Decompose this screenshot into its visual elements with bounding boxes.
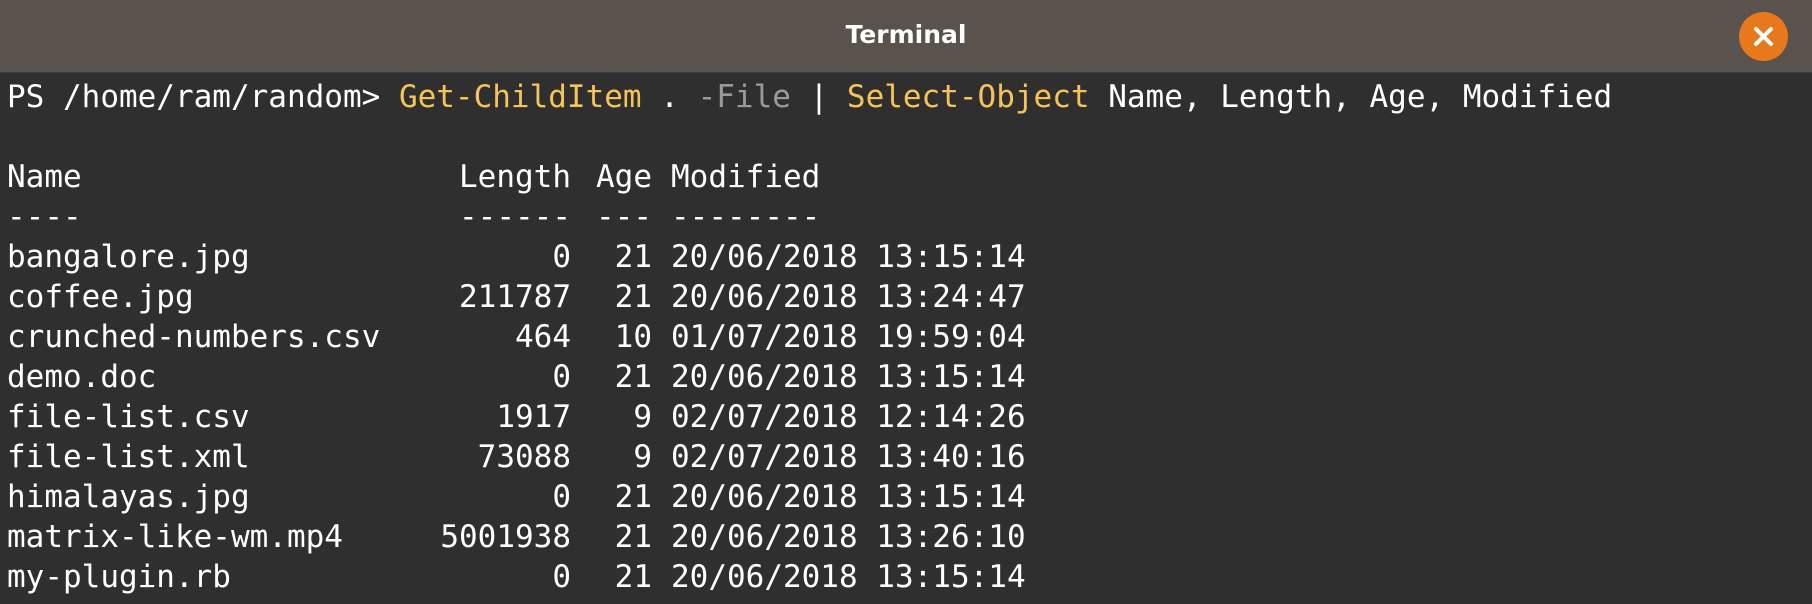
cell-name: bangalore.jpg	[7, 239, 250, 275]
cell-length: 0	[552, 359, 571, 395]
cell-modified: 20/06/2018 13:15:14	[671, 359, 1026, 395]
table-row: matrix-like-wm.mp4 5001938 21 20/06/2018 13…	[7, 517, 1812, 557]
prompt-text: PS /home/ram/random>	[7, 79, 399, 115]
cell-name: coffee.jpg	[7, 279, 194, 315]
table-row: bangalore.jpg 0 21 20/06/2018 13:15:14	[7, 237, 1812, 277]
title-bar[interactable]: Terminal	[0, 0, 1812, 73]
cell-age: 21	[614, 239, 652, 275]
command-name-2: Select-Object	[846, 79, 1090, 115]
cell-name: file-list.xml	[7, 439, 250, 475]
cell-length: 464	[515, 319, 571, 355]
cell-name: himalayas.jpg	[7, 479, 250, 515]
cell-length: 0	[552, 239, 571, 275]
cell-name: demo.doc	[7, 359, 157, 395]
cell-age: 10	[614, 319, 652, 355]
cell-modified: 02/07/2018 13:40:16	[671, 439, 1026, 475]
cell-age: 21	[614, 359, 652, 395]
table-header: Name Length Age Modified	[7, 157, 1812, 197]
underline-age: ---	[596, 199, 652, 235]
table-row: coffee.jpg 211787 21 20/06/2018 13:24:47	[7, 277, 1812, 317]
cell-modified: 20/06/2018 13:15:14	[671, 239, 1026, 275]
cell-name: matrix-like-wm.mp4	[7, 519, 343, 555]
window-title: Terminal	[845, 20, 967, 49]
cell-modified: 20/06/2018 13:24:47	[671, 279, 1026, 315]
header-name: Name	[7, 159, 82, 195]
cell-length: 73088	[477, 439, 571, 475]
cell-age: 21	[614, 559, 652, 595]
cell-modified: 01/07/2018 19:59:04	[671, 319, 1026, 355]
cell-length: 1917	[496, 399, 571, 435]
cell-modified: 20/06/2018 13:26:10	[671, 519, 1026, 555]
header-length: Length	[459, 159, 571, 195]
terminal-window: Terminal PS /home/ram/random> Get-ChildI…	[0, 0, 1812, 604]
table-header-underline: ---- ------ --- --------	[7, 197, 1812, 237]
cell-length: 211787	[459, 279, 571, 315]
table-row: crunched-numbers.csv 464 10 01/07/2018 19:5…	[7, 317, 1812, 357]
cell-age: 21	[614, 279, 652, 315]
pipe-symbol: |	[790, 79, 847, 115]
cell-length: 0	[552, 559, 571, 595]
command-name: Get-ChildItem	[398, 79, 642, 115]
close-button[interactable]	[1739, 12, 1788, 61]
cell-name: crunched-numbers.csv	[7, 319, 381, 355]
table-row: himalayas.jpg 0 21 20/06/2018 13:15:14	[7, 477, 1812, 517]
cell-age: 21	[614, 479, 652, 515]
cell-modified: 20/06/2018 13:15:14	[671, 559, 1026, 595]
command-arg: .	[641, 79, 698, 115]
underline-length: ------	[459, 199, 571, 235]
command-args: Name, Length, Age, Modified	[1089, 79, 1613, 115]
close-icon	[1754, 27, 1773, 46]
underline-modified: --------	[671, 199, 821, 235]
table-row: file-list.xml 73088 9 02/07/2018 13:40:16	[7, 437, 1812, 477]
cell-age: 9	[633, 399, 652, 435]
cell-name: my-plugin.rb	[7, 559, 231, 595]
cell-length: 5001938	[440, 519, 571, 555]
cell-length: 0	[552, 479, 571, 515]
command-flag: -File	[697, 79, 791, 115]
cell-name: file-list.csv	[7, 399, 250, 435]
table-row: my-plugin.rb 0 21 20/06/2018 13:15:14	[7, 557, 1812, 597]
cell-modified: 02/07/2018 12:14:26	[671, 399, 1026, 435]
cell-age: 21	[614, 519, 652, 555]
underline-name: ----	[7, 199, 82, 235]
header-modified: Modified	[671, 159, 821, 195]
cell-modified: 20/06/2018 13:15:14	[671, 479, 1026, 515]
table-rows: bangalore.jpg 0 21 20/06/2018 13:15:14 coff…	[7, 237, 1812, 597]
prompt-line: PS /home/ram/random> Get-ChildItem . -Fi…	[7, 77, 1812, 117]
table-row: file-list.csv 1917 9 02/07/2018 12:14:26	[7, 397, 1812, 437]
terminal-output[interactable]: PS /home/ram/random> Get-ChildItem . -Fi…	[7, 74, 1812, 604]
header-age: Age	[596, 159, 652, 195]
table-row: demo.doc 0 21 20/06/2018 13:15:14	[7, 357, 1812, 397]
cell-age: 9	[633, 439, 652, 475]
